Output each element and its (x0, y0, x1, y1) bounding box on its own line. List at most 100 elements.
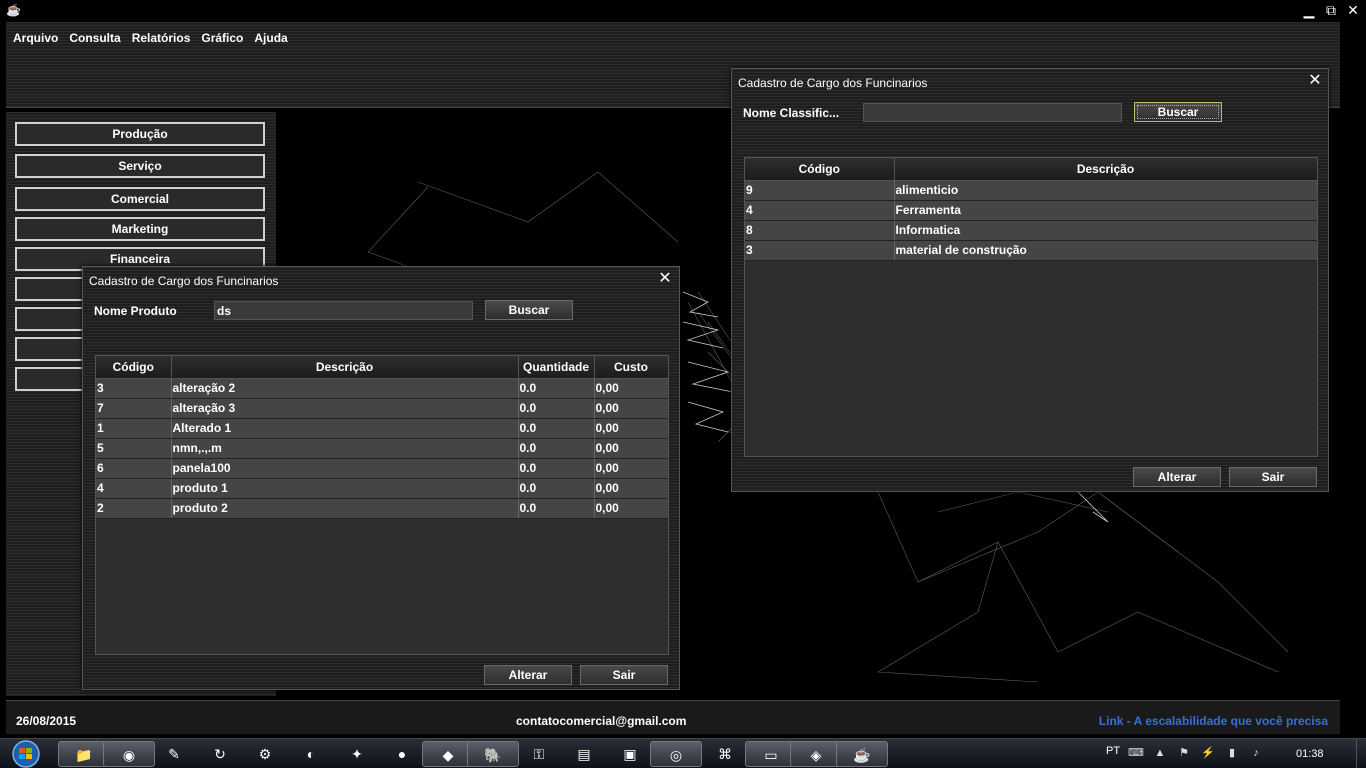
cell-codigo: 4 (745, 200, 895, 221)
col-custo-header[interactable]: Custo (594, 356, 668, 379)
table-row[interactable]: 4 Ferramenta (745, 200, 1317, 221)
power-icon[interactable]: ⚡ (1201, 746, 1215, 760)
sidebar-marketing-button[interactable]: Marketing (15, 217, 265, 241)
windows-taskbar: 📁 ◉ ✎ ↻ ⚙ ◐ ✦ ● ◆ 🐘 ⚿ ▤ ▣ ◎ ⌘ ▭ ◈ ☕ PT ⌨… (0, 738, 1366, 768)
cell-custo: 0,00 (594, 498, 668, 519)
eclipse-icon[interactable]: ◐ (285, 741, 337, 767)
postgres-icon[interactable]: 🐘 (467, 741, 519, 767)
col-descricao-header[interactable]: Descrição (171, 356, 519, 379)
cell-custo: 0,00 (594, 418, 668, 439)
dialog-classificacao-title: Cadastro de Cargo dos Funcinarios (738, 76, 928, 90)
show-desktop-button[interactable] (1356, 739, 1366, 768)
table-row[interactable]: 3 alteração 2 0.0 0,00 (96, 378, 668, 399)
produto-search-label: Nome Produto (94, 304, 177, 318)
produto-search-button[interactable]: Buscar (485, 300, 573, 320)
sidebar-producao-button[interactable]: Produção (15, 122, 265, 146)
dialog-classificacao-close-icon[interactable]: ✕ (1305, 71, 1325, 91)
col-codigo-header[interactable]: Código (745, 158, 895, 181)
table-row[interactable]: 6 panela100 0.0 0,00 (96, 458, 668, 479)
coffee-cup-icon: ☕ (6, 3, 21, 17)
paint-icon[interactable]: ◎ (650, 741, 702, 767)
table-row[interactable]: 1 Alterado 1 0.0 0,00 (96, 418, 668, 439)
classificacao-sair-button[interactable]: Sair (1229, 467, 1317, 487)
cell-descricao: produto 1 (171, 478, 519, 499)
cell-codigo: 4 (96, 478, 172, 499)
status-bar: 26/08/2015 contatocomercial@gmail.com Li… (6, 700, 1340, 734)
table-row[interactable]: 7 alteração 3 0.0 0,00 (96, 398, 668, 419)
maximize-button[interactable]: ⧉ (1320, 0, 1342, 20)
cell-custo: 0,00 (594, 478, 668, 499)
col-quantidade-header[interactable]: Quantidade (518, 356, 595, 379)
status-email: contatocomercial@gmail.com (516, 714, 687, 728)
classificacao-search-button[interactable]: Buscar (1134, 102, 1222, 122)
dialog-classificacao: Cadastro de Cargo dos Funcinarios ✕ Nome… (731, 68, 1329, 492)
cell-quantidade: 0.0 (518, 438, 595, 459)
table-row[interactable]: 8 Informatica (745, 220, 1317, 241)
volume-icon[interactable]: ♪ (1249, 746, 1263, 760)
dialog-produto-close-icon[interactable]: ✕ (655, 269, 675, 289)
cell-codigo: 3 (96, 378, 172, 399)
status-link[interactable]: Link - A escalabilidade que você precisa (1099, 714, 1328, 728)
cell-descricao: alimenticio (894, 180, 1317, 201)
produto-alterar-button[interactable]: Alterar (484, 665, 572, 685)
menu-relatorios[interactable]: Relatórios (131, 31, 197, 45)
notepad-icon[interactable]: ✎ (148, 741, 200, 767)
col-codigo-header[interactable]: Código (96, 356, 172, 379)
cell-codigo: 2 (96, 498, 172, 519)
close-window-button[interactable]: ✕ (1342, 0, 1364, 20)
signal-icon[interactable]: ▮ (1225, 746, 1239, 760)
cell-quantidade: 0.0 (518, 498, 595, 519)
keyboard-icon[interactable]: ⌨ (1128, 746, 1144, 760)
tool-icon[interactable]: ⚙ (239, 741, 291, 767)
cell-quantidade: 0.0 (518, 378, 595, 399)
virtualbox-icon[interactable]: ▣ (604, 741, 656, 767)
produto-search-input[interactable] (214, 301, 473, 320)
classificacao-table: Código Descrição 9 alimenticio 4 Ferrament… (744, 157, 1318, 457)
java-icon[interactable]: ☕ (836, 741, 888, 767)
cell-descricao: alteração 3 (171, 398, 519, 419)
cell-codigo: 8 (745, 220, 895, 241)
table-row[interactable]: 4 produto 1 0.0 0,00 (96, 478, 668, 499)
cell-descricao: Informatica (894, 220, 1317, 241)
dialog-produto: Cadastro de Cargo dos Funcinarios ✕ Nome… (82, 266, 680, 690)
cell-custo: 0,00 (594, 398, 668, 419)
table-row[interactable]: 9 alimenticio (745, 180, 1317, 201)
menu-arquivo[interactable]: Arquivo (12, 31, 64, 45)
menu-consulta[interactable]: Consulta (68, 31, 126, 45)
classificacao-table-header: Código Descrição (745, 158, 1317, 181)
produto-table: Código Descrição Quantidade Custo 3 alter… (95, 355, 669, 655)
sidebar-comercial-button[interactable]: Comercial (15, 187, 265, 211)
table-row[interactable]: 5 nmn,.,.m 0.0 0,00 (96, 438, 668, 459)
menu-grafico[interactable]: Gráfico (200, 31, 249, 45)
cell-quantidade: 0.0 (518, 458, 595, 479)
classificacao-search-input[interactable] (863, 103, 1122, 122)
tray-clock[interactable]: 01:38 (1296, 748, 1324, 760)
tray-language[interactable]: PT (1106, 745, 1120, 757)
cell-descricao: Ferramenta (894, 200, 1317, 221)
classificacao-alterar-button[interactable]: Alterar (1133, 467, 1221, 487)
cell-custo: 0,00 (594, 438, 668, 459)
cell-quantidade: 0.0 (518, 398, 595, 419)
produto-table-header: Código Descrição Quantidade Custo (96, 356, 668, 379)
remote-icon[interactable]: ◈ (790, 741, 842, 767)
status-date: 26/08/2015 (16, 714, 77, 728)
menu-ajuda[interactable]: Ajuda (253, 31, 293, 45)
minimize-button[interactable]: ▁ (1298, 0, 1320, 20)
cell-descricao: Alterado 1 (171, 418, 519, 439)
cell-custo: 0,00 (594, 458, 668, 479)
server-icon[interactable]: ▤ (558, 741, 610, 767)
table-row[interactable]: 3 material de construção (745, 240, 1317, 261)
col-descricao-header[interactable]: Descrição (894, 158, 1317, 181)
sidebar-servico-button[interactable]: Serviço (15, 154, 265, 178)
gopher-icon[interactable]: ● (376, 741, 428, 767)
tray-expand-icon[interactable]: ▲ (1153, 746, 1167, 760)
cell-codigo: 9 (745, 180, 895, 201)
skype-icon[interactable]: ⌘ (699, 741, 751, 767)
cell-descricao: nmn,.,.m (171, 438, 519, 459)
table-row[interactable]: 2 produto 2 0.0 0,00 (96, 498, 668, 519)
window-titlebar: ☕ ▁ ⧉ ✕ (0, 0, 1366, 22)
cell-codigo: 3 (745, 240, 895, 261)
flag-icon[interactable]: ⚑ (1177, 746, 1191, 760)
windows-start-icon[interactable] (5, 739, 47, 768)
produto-sair-button[interactable]: Sair (580, 665, 668, 685)
